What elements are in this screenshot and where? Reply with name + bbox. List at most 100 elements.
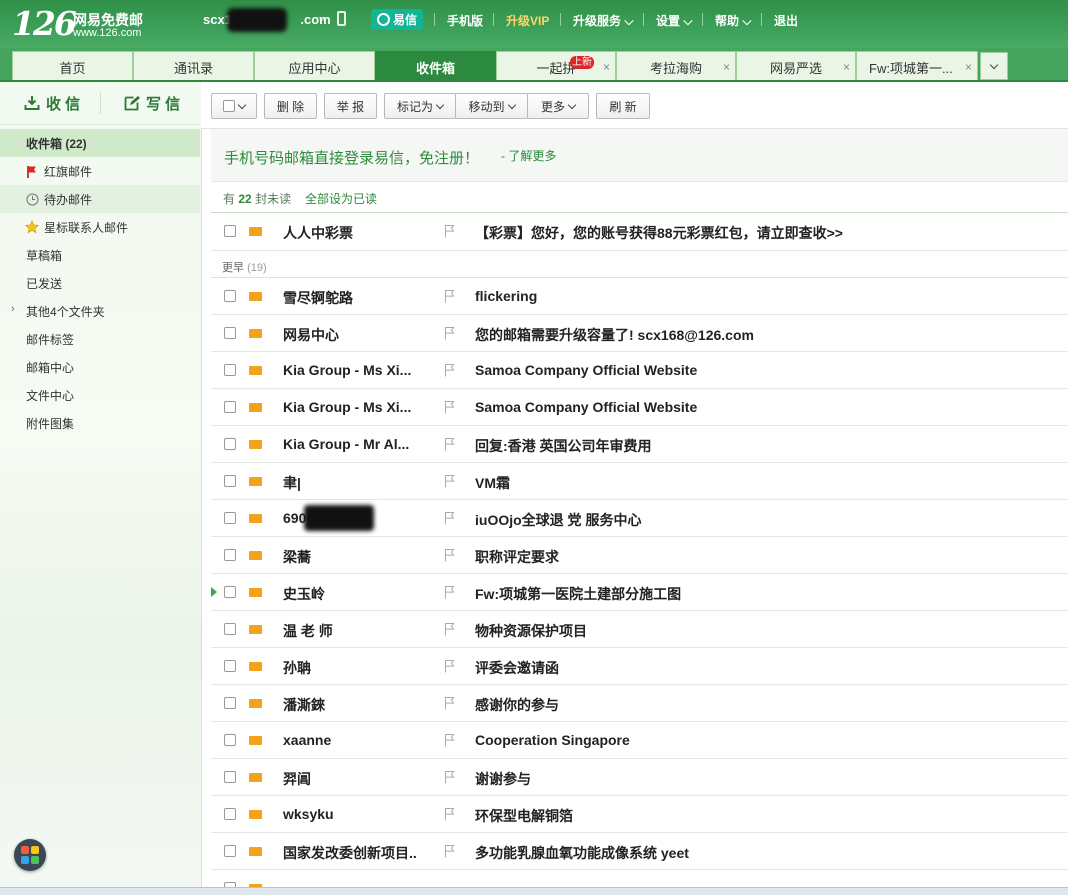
mail-sender[interactable]: 温 老 师 — [283, 621, 423, 641]
tab-inbox[interactable]: 收件箱 — [375, 51, 496, 82]
close-icon[interactable]: × — [603, 60, 610, 74]
mail-row-partial[interactable] — [211, 870, 1068, 887]
flag-icon[interactable] — [444, 770, 456, 784]
tab-yiqipin[interactable]: 一起拼 上新 × — [496, 51, 616, 82]
tab-home[interactable]: 首页 — [12, 51, 133, 82]
logo-number[interactable]: 126 — [12, 4, 77, 43]
mail-subject[interactable]: 【彩票】您好，您的账号获得88元彩票红包，请立即查收>> — [475, 223, 1055, 243]
row-checkbox[interactable] — [224, 401, 236, 413]
mail-sender[interactable]: 聿| — [283, 473, 423, 493]
flag-icon[interactable] — [444, 437, 456, 451]
yixin-button[interactable]: 易信 — [371, 9, 423, 30]
folder-sent[interactable]: 已发送 — [0, 269, 200, 297]
upgrade-service-link[interactable]: 升级服务 ⌵ — [573, 12, 633, 29]
receive-button[interactable]: 收 信 — [24, 92, 80, 114]
flag-icon[interactable] — [444, 326, 456, 340]
mail-subject[interactable]: VM霜 — [475, 473, 1055, 493]
flag-icon[interactable] — [444, 548, 456, 562]
folder-drafts[interactable]: 草稿箱 — [0, 241, 200, 269]
mail-row[interactable]: Kia Group - Ms Xi... Samoa Company Offici… — [211, 352, 1068, 389]
mail-sender[interactable]: 梁蕎 — [283, 547, 423, 567]
mail-sender[interactable]: 人人中彩票 — [283, 223, 423, 243]
row-checkbox[interactable] — [224, 734, 236, 746]
close-icon[interactable]: × — [843, 60, 850, 74]
mark-all-read-link[interactable]: 全部设为已读 — [305, 190, 377, 207]
select-all-checkbox[interactable] — [223, 100, 235, 112]
mail-row[interactable]: 羿阊 谢谢参与 — [211, 759, 1068, 796]
mail-subject[interactable]: flickering — [475, 288, 1055, 304]
mail-row[interactable]: 梁蕎 职称评定要求 — [211, 537, 1068, 574]
row-checkbox[interactable] — [224, 364, 236, 376]
mail-row[interactable]: 潘澌錸 感谢你的参与 — [211, 685, 1068, 722]
row-checkbox[interactable] — [224, 771, 236, 783]
mail-row[interactable]: 人人中彩票 【彩票】您好，您的账号获得88元彩票红包，请立即查收>> — [211, 213, 1068, 251]
app-launcher-icon[interactable] — [14, 839, 46, 871]
close-icon[interactable]: × — [723, 60, 730, 74]
row-checkbox[interactable] — [224, 290, 236, 302]
mail-row[interactable]: 温 老 师 物种资源保护项目 — [211, 611, 1068, 648]
row-checkbox[interactable] — [224, 845, 236, 857]
folder-file-center[interactable]: 文件中心 — [0, 381, 200, 409]
folder-red-flag[interactable]: 红旗邮件 — [0, 157, 200, 185]
tab-overflow-button[interactable] — [980, 52, 1008, 80]
flag-icon[interactable] — [444, 696, 456, 710]
delete-button[interactable]: 删 除 — [264, 93, 317, 119]
mail-sender[interactable]: Kia Group - Mr Al... — [283, 436, 423, 452]
row-checkbox[interactable] — [224, 623, 236, 635]
mail-row[interactable]: 聿| VM霜 — [211, 463, 1068, 500]
compose-button[interactable]: 写 信 — [124, 92, 180, 114]
learn-more-link[interactable]: - 了解更多 — [501, 147, 556, 164]
row-checkbox[interactable] — [224, 225, 236, 237]
mobile-link[interactable]: 手机版 — [447, 12, 483, 29]
settings-link[interactable]: 设置 ⌵ — [656, 12, 692, 29]
mail-subject[interactable]: 职称评定要求 — [475, 547, 1055, 567]
folder-mail-tags[interactable]: 邮件标签 — [0, 325, 200, 353]
row-checkbox[interactable] — [224, 586, 236, 598]
mail-sender[interactable]: 孙聃 — [283, 658, 423, 678]
mail-sender[interactable]: 羿阊 — [283, 769, 423, 789]
mail-row[interactable]: wksyku 环保型电解铜箔 — [211, 796, 1068, 833]
mail-subject[interactable]: 谢谢参与 — [475, 769, 1055, 789]
mail-row[interactable]: Kia Group - Ms Xi... Samoa Company Offici… — [211, 389, 1068, 426]
mail-sender[interactable]: 史玉岭 — [283, 584, 423, 604]
more-button[interactable]: 更多 — [527, 93, 589, 119]
select-all-dropdown[interactable] — [211, 93, 257, 119]
row-checkbox[interactable] — [224, 660, 236, 672]
flag-icon[interactable] — [444, 289, 456, 303]
flag-icon[interactable] — [444, 363, 456, 377]
row-checkbox[interactable] — [224, 697, 236, 709]
flag-icon[interactable] — [444, 807, 456, 821]
mail-row[interactable]: Kia Group - Mr Al... 回复:香港 英国公司年审费用 — [211, 426, 1068, 463]
refresh-button[interactable]: 刷 新 — [596, 93, 650, 119]
flag-icon[interactable] — [444, 733, 456, 747]
mail-sender[interactable]: wksyku — [283, 806, 423, 822]
folder-attachment-gallery[interactable]: 附件图集 — [0, 409, 200, 437]
mail-subject[interactable]: 物种资源保护项目 — [475, 621, 1055, 641]
mail-row[interactable]: 雪尽锕鸵路 flickering — [211, 278, 1068, 315]
mail-subject[interactable]: 感谢你的参与 — [475, 695, 1055, 715]
mail-subject[interactable]: Samoa Company Official Website — [475, 362, 1055, 378]
account-chevron-icon[interactable]: ⌵ — [318, 12, 326, 25]
phone-icon[interactable] — [337, 11, 346, 26]
tab-forward-mail[interactable]: Fw:项城第一... × — [856, 51, 978, 82]
mail-subject[interactable]: 环保型电解铜箔 — [475, 806, 1055, 826]
mail-subject[interactable]: 多功能乳腺血氧功能成像系统 yeet — [475, 843, 1055, 863]
mail-subject[interactable]: Cooperation Singapore — [475, 732, 1055, 748]
row-checkbox[interactable] — [224, 549, 236, 561]
folder-starred-contacts[interactable]: 星标联系人邮件 — [0, 213, 200, 241]
flag-icon[interactable] — [444, 844, 456, 858]
flag-icon[interactable] — [444, 474, 456, 488]
mail-row[interactable]: 国家发改委创新项目.. 多功能乳腺血氧功能成像系统 yeet — [211, 833, 1068, 870]
row-checkbox[interactable] — [224, 475, 236, 487]
row-checkbox[interactable] — [224, 512, 236, 524]
mail-sender[interactable]: Kia Group - Ms Xi... — [283, 399, 423, 415]
row-checkbox[interactable] — [224, 808, 236, 820]
logout-link[interactable]: 退出 — [774, 12, 798, 29]
mail-sender[interactable]: 网易中心 — [283, 325, 423, 345]
mark-as-button[interactable]: 标记为 — [384, 93, 456, 119]
mail-subject[interactable]: 回复:香港 英国公司年审费用 — [475, 436, 1055, 456]
mail-sender[interactable]: Kia Group - Ms Xi... — [283, 362, 423, 378]
mail-row[interactable]: xaanne Cooperation Singapore — [211, 722, 1068, 759]
flag-icon[interactable] — [444, 224, 456, 238]
move-to-button[interactable]: 移动到 — [455, 93, 528, 119]
